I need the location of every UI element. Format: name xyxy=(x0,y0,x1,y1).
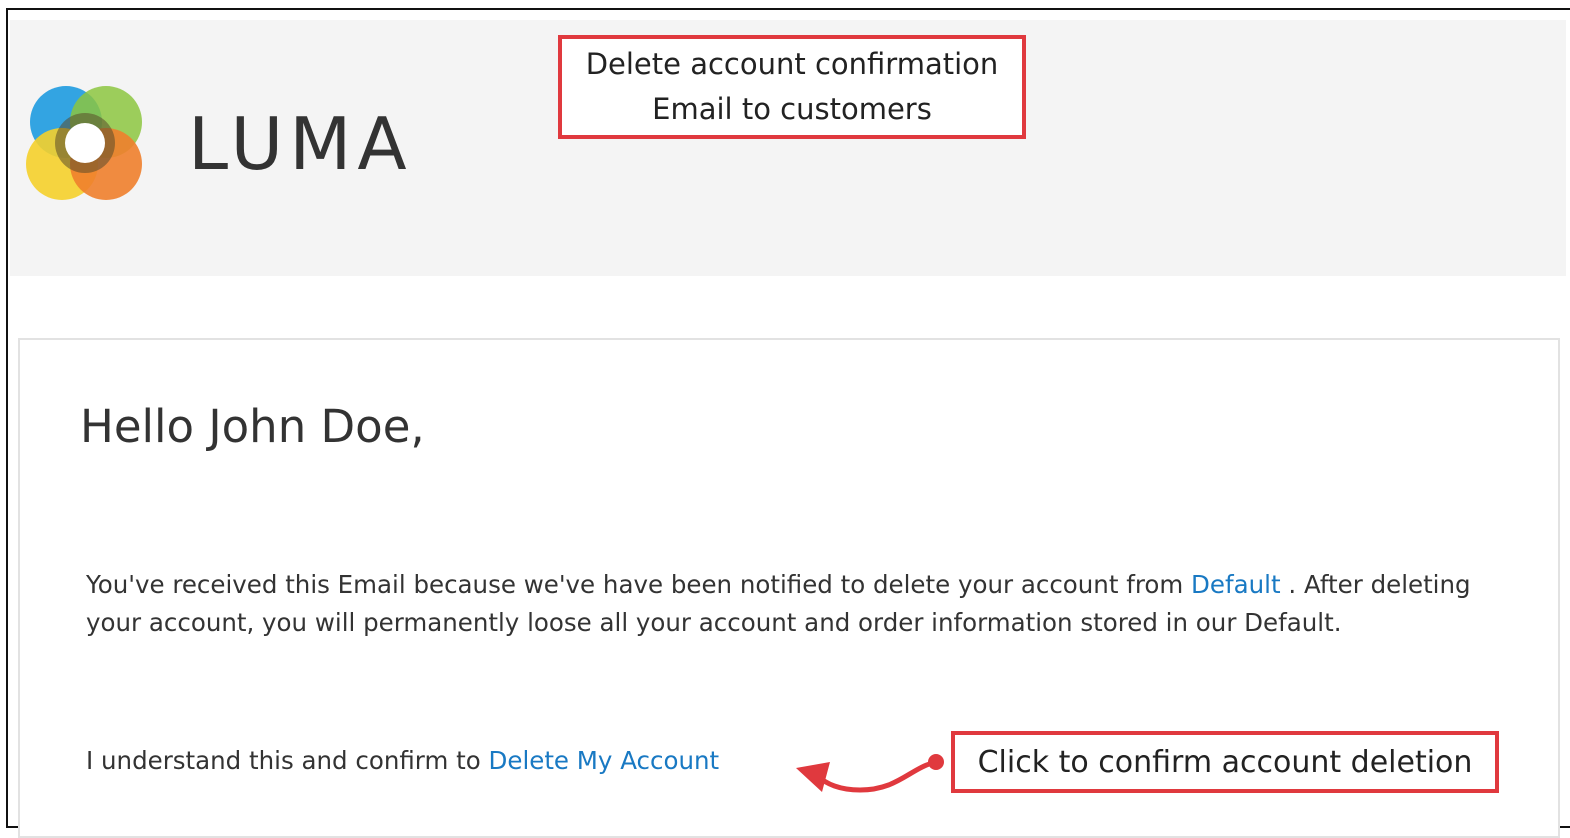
confirm-line: I understand this and confirm to Delete … xyxy=(86,742,719,780)
callout-email-type: Delete account confirmation Email to cus… xyxy=(558,35,1026,139)
delete-my-account-link[interactable]: Delete My Account xyxy=(489,746,720,775)
callout-confirm-hint: Click to confirm account deletion xyxy=(951,731,1499,793)
confirm-text: I understand this and confirm to xyxy=(86,746,489,775)
store-link[interactable]: Default xyxy=(1191,570,1281,599)
brand-name: LUMA xyxy=(188,102,413,186)
callout-title: Delete account confirmation xyxy=(585,47,999,81)
arrow-left-icon xyxy=(796,754,944,793)
notice-text-part1: You've received this Email because we've… xyxy=(86,570,1192,599)
luma-logo-icon xyxy=(26,86,142,200)
callout-subtitle: Email to customers xyxy=(652,92,932,126)
greeting-heading: Hello John Doe, xyxy=(80,400,425,453)
notice-paragraph: You've received this Email because we've… xyxy=(86,566,1486,642)
